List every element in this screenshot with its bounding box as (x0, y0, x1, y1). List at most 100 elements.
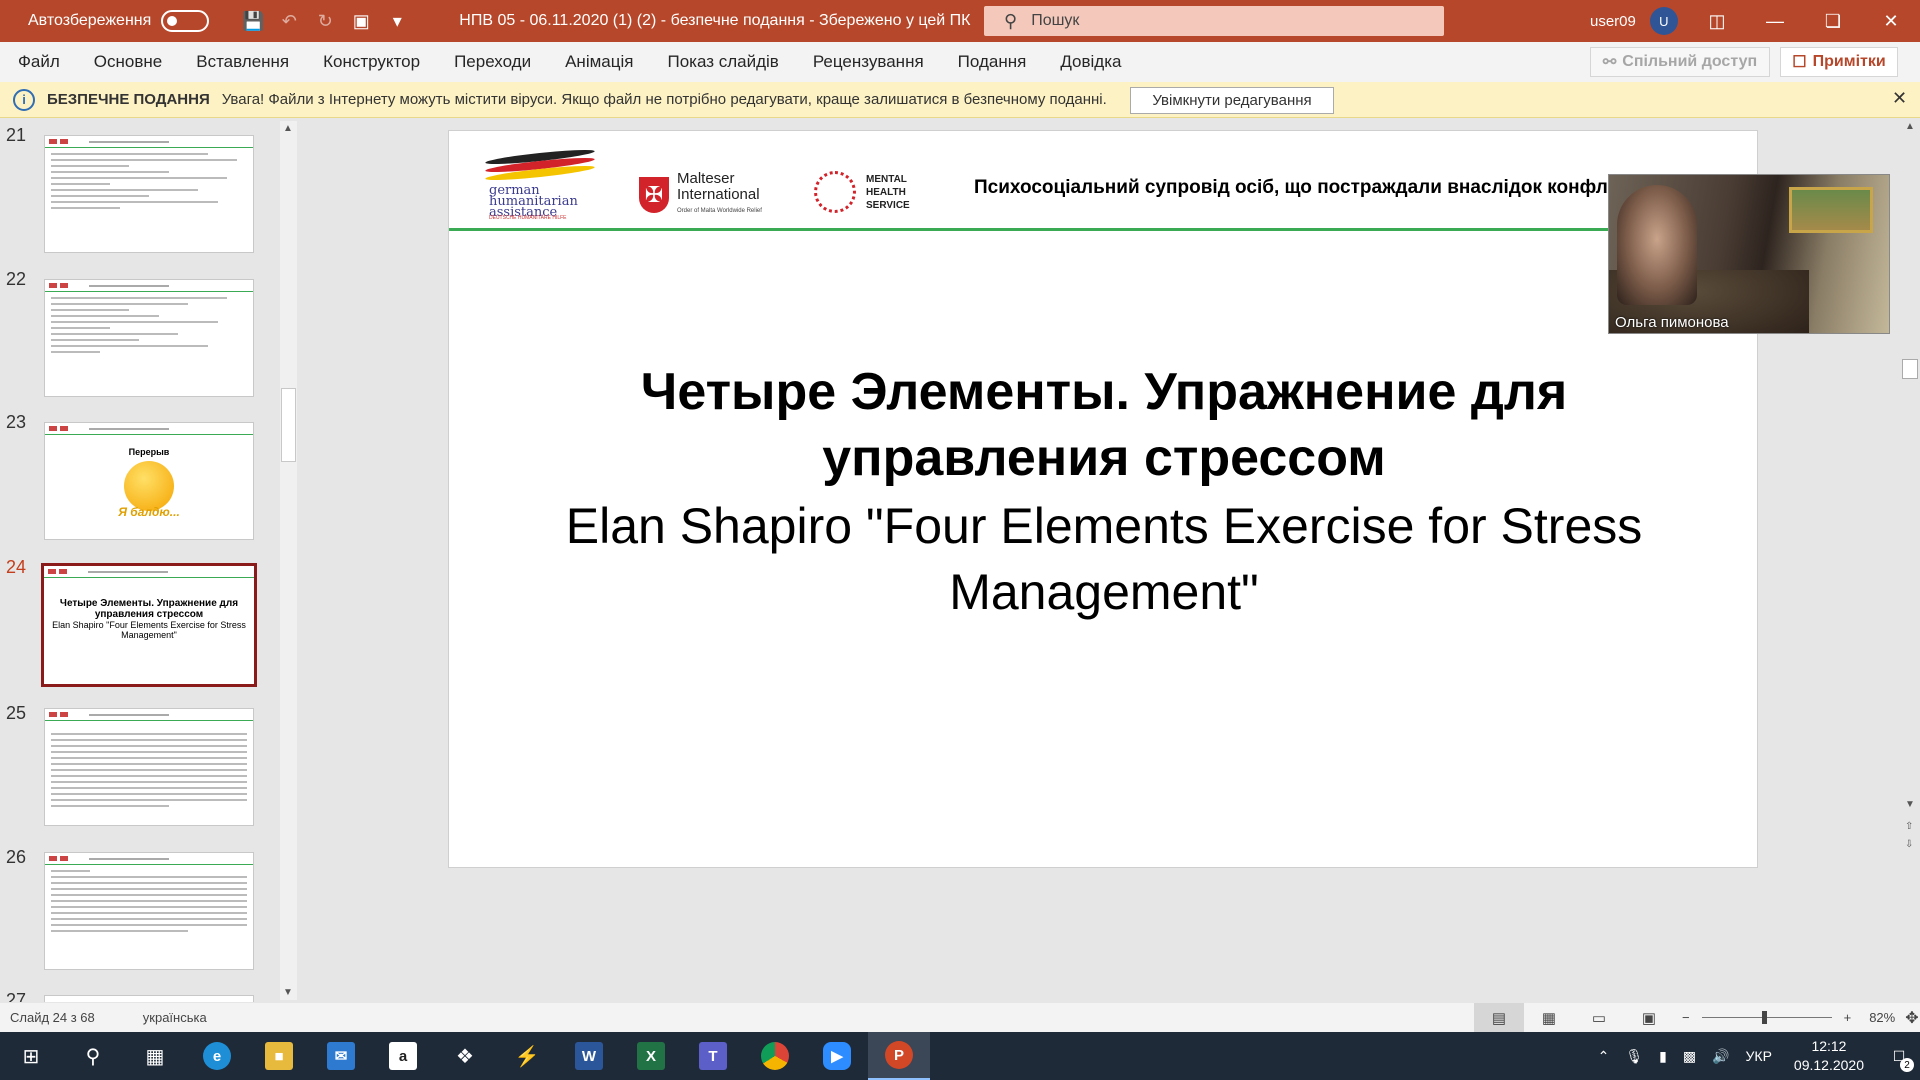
edge-icon[interactable]: e (186, 1032, 248, 1080)
restore-icon[interactable]: ❏ (1804, 0, 1862, 42)
scrollbar-thumb[interactable] (1902, 359, 1918, 379)
slide-thumbnail[interactable]: Перерыв Я балдю... (44, 422, 254, 540)
thumb-caption: Я балдю... (118, 505, 180, 519)
slide-thumbnail[interactable] (44, 708, 254, 826)
title-bar: Автозбереження 💾 ↶ ↻ ▣ ▾ НПВ 05 - 06.11.… (0, 0, 1920, 42)
word-icon[interactable]: W (558, 1032, 620, 1080)
slide-thumbnail-active[interactable]: Четыре Элементы. Упражнение для управлен… (41, 563, 257, 687)
network-icon[interactable]: ▩ (1675, 1048, 1704, 1065)
next-slide-icon[interactable]: ⇩ (1905, 839, 1913, 850)
comments-button[interactable]: ☐ Примітки (1780, 47, 1898, 77)
autosave-toggle-group[interactable]: Автозбереження (28, 10, 210, 32)
zoom-slider[interactable] (1701, 1011, 1832, 1024)
tab-transitions[interactable]: Переходи (437, 52, 548, 72)
excel-icon[interactable]: X (620, 1032, 682, 1080)
language-indicator[interactable]: українська (143, 1010, 207, 1025)
avatar[interactable]: U (1649, 7, 1678, 35)
tab-insert[interactable]: Вставлення (179, 52, 306, 72)
fit-to-window-icon[interactable]: ✥ (1905, 1008, 1918, 1028)
slide-title[interactable]: Четыре Элементы. Упражнение для управлен… (449, 359, 1759, 491)
chevron-up-icon[interactable]: ⌃ (1590, 1048, 1618, 1065)
slide-canvas[interactable]: german humanitarian assistance DEUTSCHE HU… (448, 130, 1759, 868)
enable-editing-button[interactable]: Увімкнути редагування (1130, 87, 1334, 114)
zoom-level[interactable]: 82% (1869, 1010, 1895, 1025)
slide-subtitle[interactable]: Elan Shapiro "Four Elements Exercise for… (449, 493, 1759, 625)
previous-slide-icon[interactable]: ⇧ (1905, 821, 1913, 832)
minimize-icon[interactable]: — (1746, 0, 1804, 42)
winamp-icon[interactable]: ⚡ (496, 1032, 558, 1080)
tab-slide-show[interactable]: Показ слайдів (650, 52, 795, 72)
tab-help[interactable]: Довідка (1043, 52, 1138, 72)
account-area[interactable]: user09 U (1590, 0, 1678, 42)
input-language[interactable]: УКР (1738, 1048, 1780, 1064)
present-from-start-icon[interactable]: ▣ (343, 3, 379, 39)
participant-video (1617, 185, 1697, 305)
thumbnails-scrollbar[interactable]: ▲ ▼ (280, 121, 297, 1000)
notifications-icon[interactable]: ☐ 2 (1878, 1032, 1920, 1080)
close-icon[interactable]: ✕ (1892, 88, 1907, 109)
tab-home[interactable]: Основне (77, 52, 179, 72)
clock[interactable]: 12:12 09.12.2020 (1780, 1037, 1878, 1075)
scroll-down-icon[interactable]: ▼ (283, 987, 293, 998)
windows-start-icon[interactable]: ⊞ (0, 1032, 62, 1080)
zoom-in-icon[interactable]: + (1844, 1010, 1852, 1025)
scrollbar-thumb[interactable] (281, 388, 296, 462)
reading-view-icon[interactable]: ▭ (1574, 1003, 1624, 1032)
slide-scrollbar[interactable]: ▲ ▼ ⇧ ⇩ (1900, 119, 1920, 889)
slide-title-line: Четыре Элементы. Упражнение для (640, 363, 1568, 421)
slide-title-line: управления стрессом (822, 429, 1386, 487)
slide-sorter-icon[interactable]: ▦ (1524, 1003, 1574, 1032)
comment-icon: ☐ (1792, 54, 1807, 71)
notification-count: 2 (1900, 1058, 1914, 1072)
share-button[interactable]: ⚯ Спільний доступ (1590, 47, 1770, 77)
zoom-out-icon[interactable]: − (1682, 1010, 1690, 1025)
wall-picture (1789, 187, 1873, 233)
file-explorer-icon[interactable]: ■ (248, 1032, 310, 1080)
tab-review[interactable]: Рецензування (796, 52, 941, 72)
autosave-toggle[interactable] (161, 10, 210, 32)
volume-icon[interactable]: 🔊 (1704, 1048, 1737, 1065)
autosave-label: Автозбереження (28, 12, 152, 29)
tab-design[interactable]: Конструктор (306, 52, 437, 72)
customize-toolbar-icon[interactable]: ▾ (379, 3, 415, 39)
share-icon: ⚯ (1602, 54, 1617, 71)
microphone-icon[interactable]: 🎙 (1617, 1048, 1651, 1065)
thumb-title: Перерыв (128, 447, 170, 457)
slide-thumbnail[interactable] (44, 135, 254, 253)
teams-icon[interactable]: T (682, 1032, 744, 1080)
thumb-number: 22 (6, 269, 27, 289)
thumb-number: 27 (6, 990, 27, 1002)
slide-thumbnail[interactable] (44, 279, 254, 397)
amazon-icon[interactable]: a (372, 1032, 434, 1080)
document-title: НПВ 05 - 06.11.2020 (1) (2) - безпечне п… (459, 12, 971, 29)
mental-health-service-icon (814, 171, 856, 213)
undo-icon[interactable]: ↶ (271, 3, 307, 39)
scroll-up-icon[interactable]: ▲ (1905, 121, 1915, 132)
search-icon[interactable]: ⚲ (62, 1032, 124, 1080)
tab-animations[interactable]: Анімація (548, 52, 650, 72)
slide-thumbnail[interactable] (44, 995, 254, 1002)
close-icon[interactable]: ✕ (1862, 0, 1920, 42)
slide-show-icon[interactable]: ▣ (1624, 1003, 1674, 1032)
scroll-up-icon[interactable]: ▲ (283, 123, 293, 134)
mental-health-service-logo: MENTAL HEALTH SERVICE (814, 171, 910, 213)
search-box[interactable]: ⚲ Пошук (984, 6, 1444, 36)
scroll-down-icon[interactable]: ▼ (1905, 799, 1915, 810)
mail-icon[interactable]: ✉ (310, 1032, 372, 1080)
zoom-icon[interactable]: ▶ (806, 1032, 868, 1080)
chrome-icon[interactable] (744, 1032, 806, 1080)
battery-icon[interactable]: ▮ (1651, 1048, 1675, 1065)
shield-info-icon: i (13, 88, 35, 111)
task-view-icon[interactable]: ▦ (124, 1032, 186, 1080)
save-icon[interactable]: 💾 (235, 3, 271, 39)
tab-file[interactable]: Файл (0, 52, 77, 72)
normal-view-icon[interactable]: ▤ (1474, 1003, 1524, 1032)
video-call-window[interactable]: Ольга пимонова (1608, 174, 1890, 334)
thumb-number-active: 24 (6, 557, 27, 577)
powerpoint-icon[interactable]: P (868, 1032, 930, 1080)
tab-view[interactable]: Подання (941, 52, 1044, 72)
ribbon-display-icon[interactable]: ◫ (1688, 0, 1746, 42)
redo-icon[interactable]: ↻ (307, 3, 343, 39)
dropbox-icon[interactable]: ❖ (434, 1032, 496, 1080)
slide-thumbnail[interactable] (44, 852, 254, 970)
